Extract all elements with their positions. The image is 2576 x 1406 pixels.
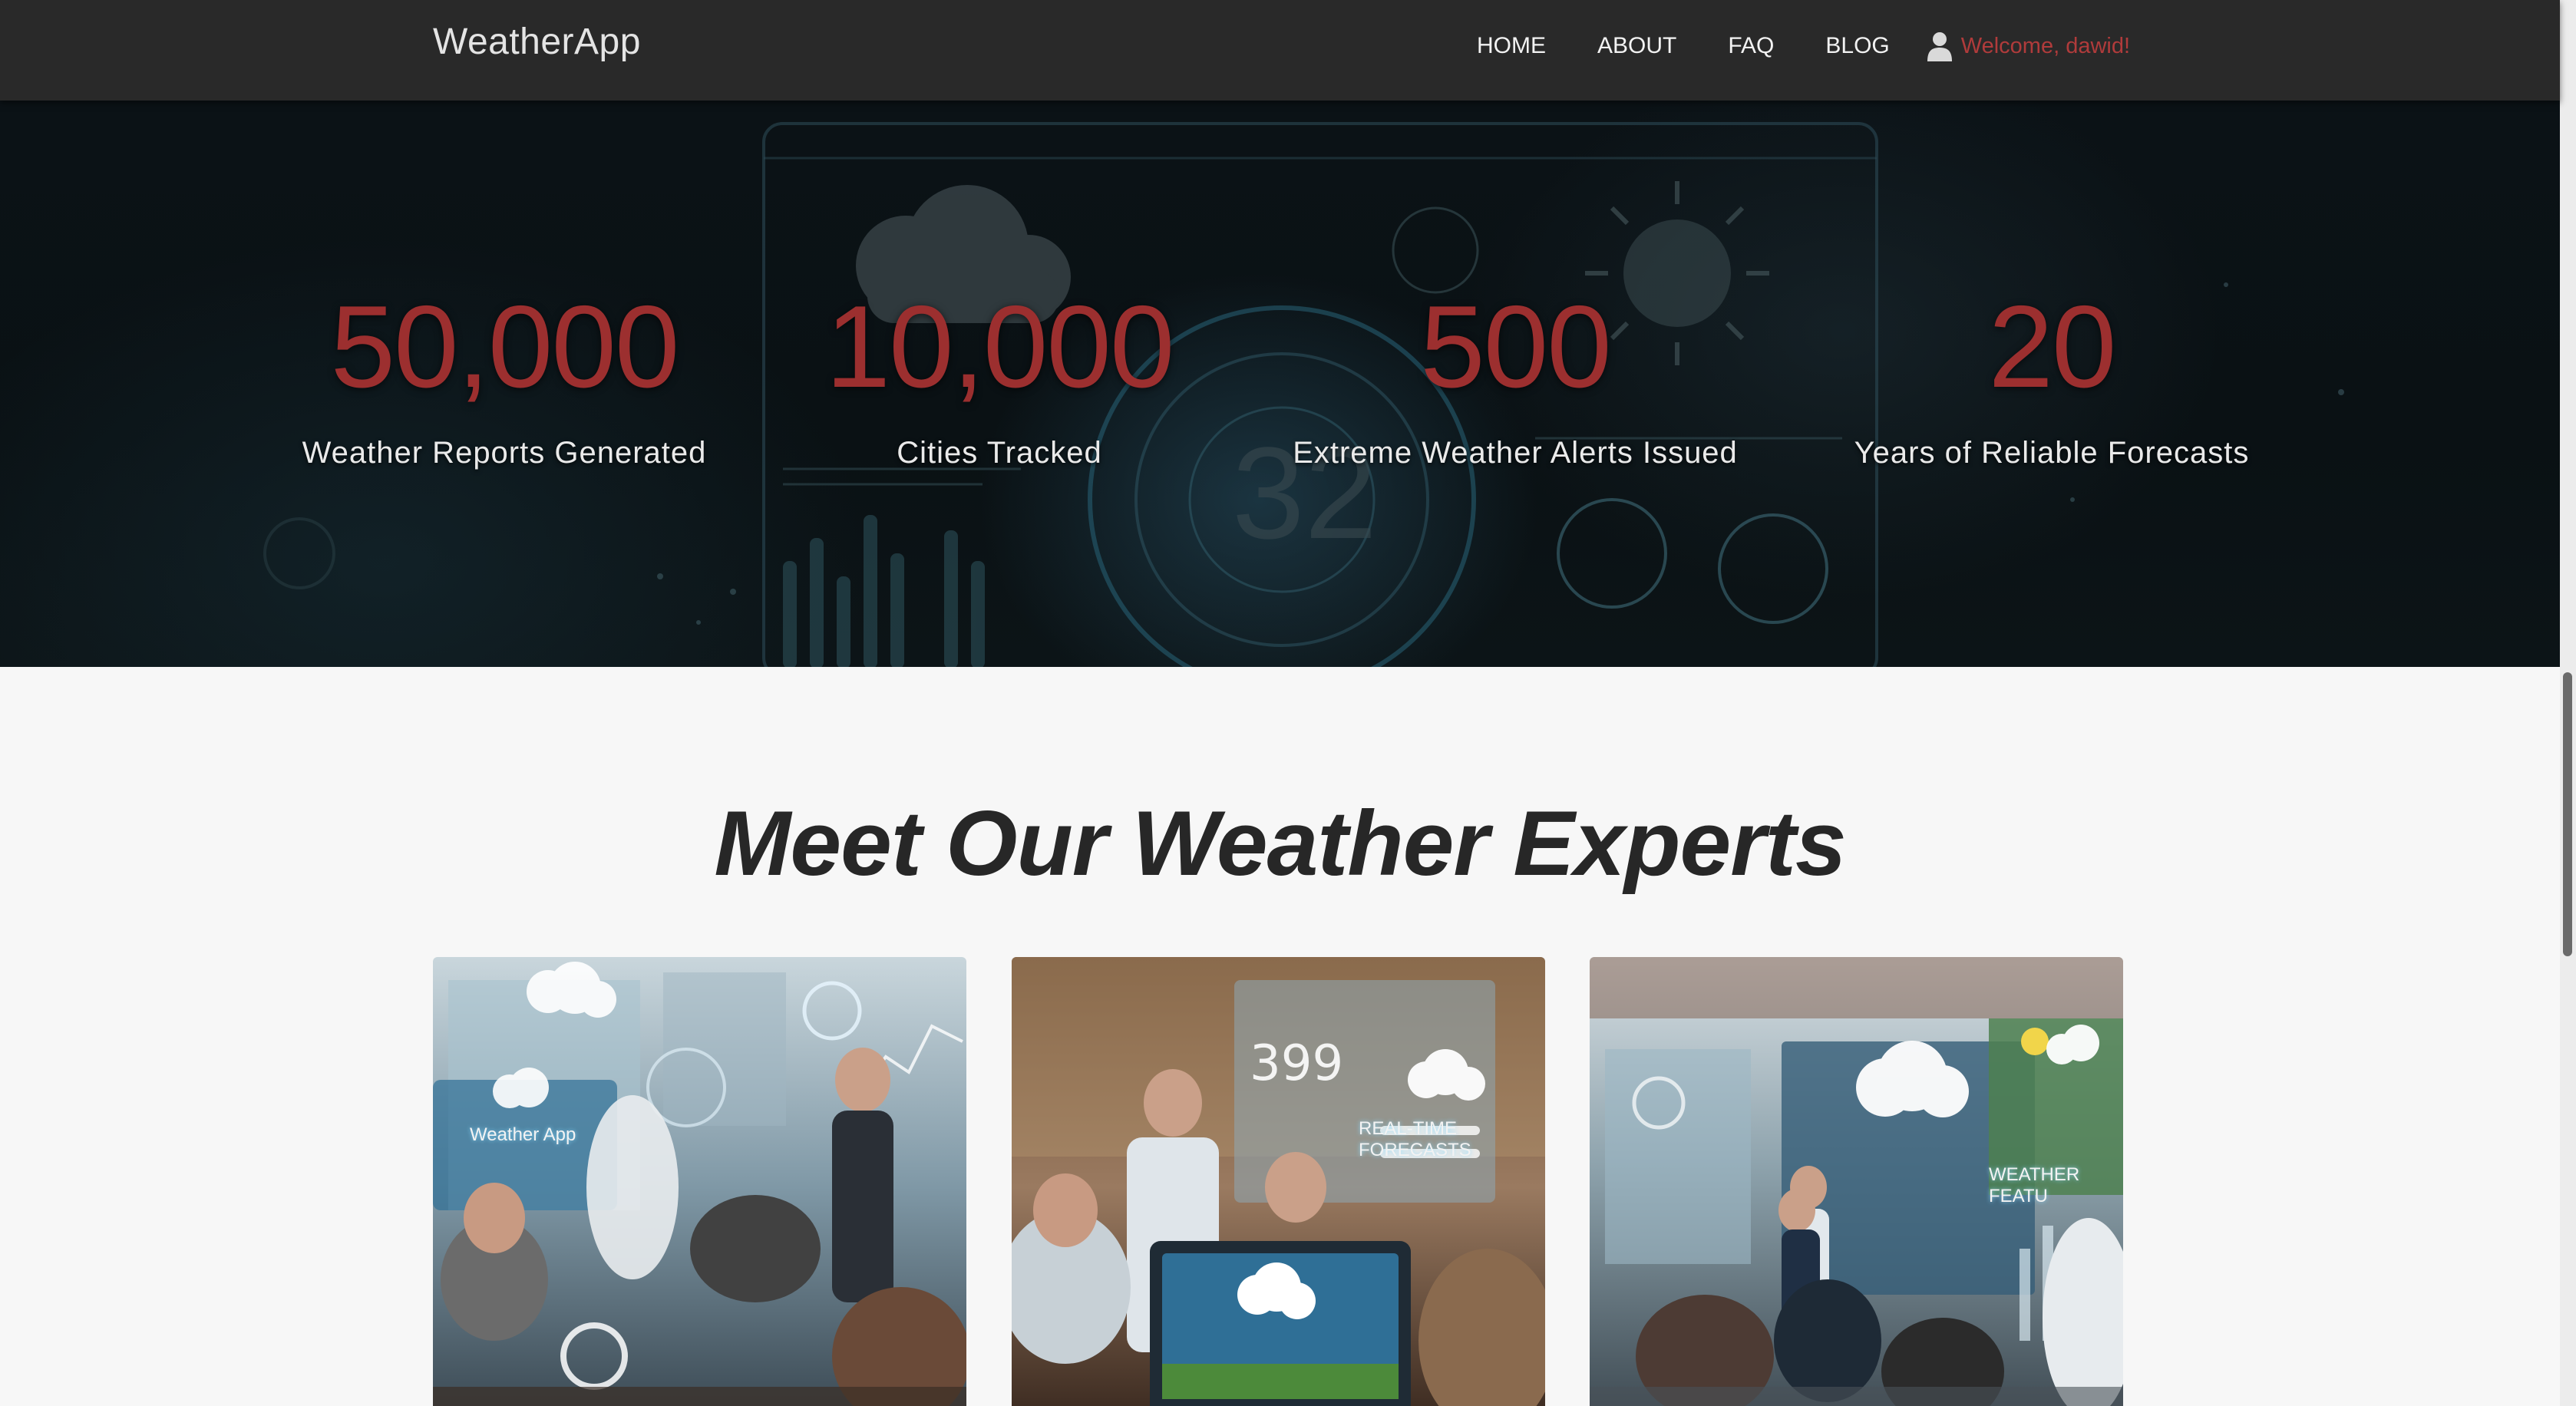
brand-logo[interactable]: WeatherApp bbox=[433, 21, 641, 63]
stat-number: 50,000 bbox=[330, 282, 680, 412]
expert-card-2[interactable]: 399 REAL-TIME FORECASTS bbox=[1012, 957, 1545, 1406]
stat-alerts: 500 Extreme Weather Alerts Issued bbox=[1293, 289, 1738, 470]
stat-cities: 10,000 Cities Tracked bbox=[825, 282, 1175, 470]
nav-about[interactable]: ABOUT bbox=[1597, 33, 1676, 59]
nav-home[interactable]: HOME bbox=[1477, 33, 1546, 59]
user-icon bbox=[1927, 32, 1952, 61]
expert-photo: 399 bbox=[1012, 957, 1545, 1406]
scrollbar-thumb[interactable] bbox=[2563, 672, 2572, 956]
stat-number: 20 bbox=[1988, 282, 2116, 412]
card-caption: WEATHER FEATU bbox=[1989, 1164, 2080, 1206]
nav-blog[interactable]: BLOG bbox=[1825, 33, 1889, 59]
stat-label: Years of Reliable Forecasts bbox=[1854, 436, 2250, 470]
svg-text:399: 399 bbox=[1250, 1035, 1343, 1092]
stat-label: Weather Reports Generated bbox=[302, 436, 707, 470]
stat-label: Extreme Weather Alerts Issued bbox=[1293, 436, 1738, 470]
expert-card-3[interactable]: WEATHER FEATU bbox=[1590, 957, 2123, 1406]
stat-reports: 50,000 Weather Reports Generated bbox=[302, 289, 707, 470]
user-menu[interactable]: Welcome, dawid! bbox=[1926, 31, 2130, 61]
page-scrollbar[interactable] bbox=[2560, 0, 2576, 1406]
nav-links: HOME ABOUT FAQ BLOG Welcome, dawid! bbox=[1477, 31, 2130, 61]
stat-number: 500 bbox=[1420, 282, 1612, 412]
stat-years: 20 Years of Reliable Forecasts bbox=[1854, 289, 2250, 470]
page: WeatherApp HOME ABOUT FAQ BLOG Welcome, … bbox=[0, 0, 2576, 1406]
stat-number: 10,000 bbox=[825, 282, 1175, 412]
counter-hero: 32 50,000 Weather Reports Generated 10,0… bbox=[0, 101, 2560, 667]
top-navbar: WeatherApp HOME ABOUT FAQ BLOG Welcome, … bbox=[0, 0, 2560, 101]
experts-heading: Meet Our Weather Experts bbox=[714, 792, 1846, 895]
expert-photo bbox=[433, 957, 966, 1406]
expert-card-1[interactable]: Weather App bbox=[433, 957, 966, 1406]
nav-faq[interactable]: FAQ bbox=[1728, 33, 1774, 59]
card-caption: REAL-TIME FORECASTS bbox=[1359, 1118, 1471, 1160]
card-caption: Weather App bbox=[470, 1124, 576, 1145]
welcome-text: Welcome, dawid! bbox=[1960, 33, 2131, 58]
counter-stats: 50,000 Weather Reports Generated 10,000 … bbox=[0, 101, 2560, 667]
stat-label: Cities Tracked bbox=[897, 436, 1102, 470]
